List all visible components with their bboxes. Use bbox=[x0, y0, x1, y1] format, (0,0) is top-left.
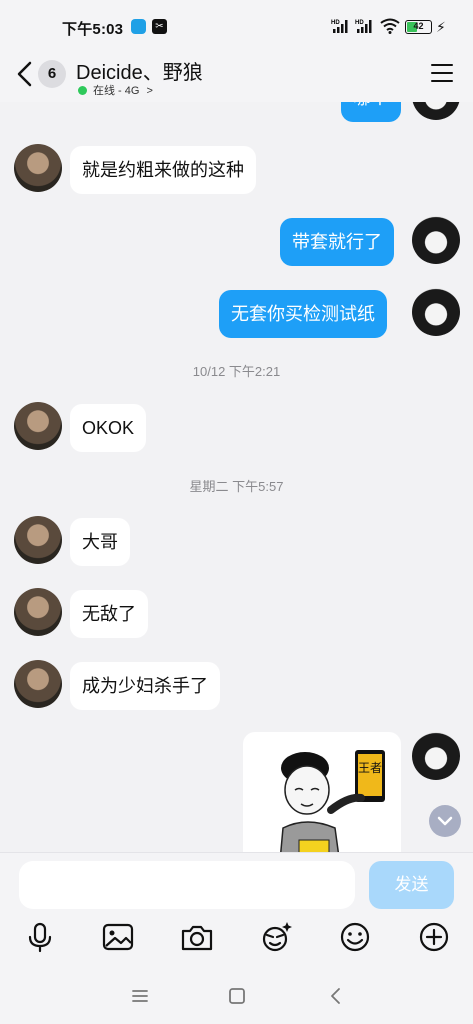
plus-circle-icon[interactable] bbox=[416, 919, 452, 955]
battery-icon: 42 bbox=[405, 20, 432, 34]
sticker-text: 王者 bbox=[358, 761, 382, 775]
svg-text:HD: HD bbox=[355, 20, 364, 26]
send-button[interactable]: 发送 bbox=[369, 861, 454, 909]
message-bubble-received[interactable]: 成为少妇杀手了 bbox=[70, 662, 220, 710]
message-bubble-received[interactable]: 就是约粗来做的这种 bbox=[70, 146, 256, 194]
microphone-icon[interactable] bbox=[22, 919, 58, 955]
contact-avatar[interactable] bbox=[14, 588, 62, 636]
status-bar: 下午5:03 ✂ HD HD 42 ⚡ bbox=[0, 0, 473, 54]
image-icon[interactable] bbox=[100, 919, 136, 955]
battery-level: 42 bbox=[413, 21, 424, 31]
home-icon[interactable] bbox=[225, 984, 249, 1008]
contact-avatar[interactable] bbox=[14, 516, 62, 564]
scroll-down-button[interactable] bbox=[429, 805, 461, 837]
chevron-right-icon: > bbox=[146, 85, 153, 97]
timestamp: 星期二 下午5:57 bbox=[189, 479, 284, 494]
message-bubble-received[interactable]: 无敌了 bbox=[70, 590, 148, 638]
chat-title: Deicide、野狼 bbox=[76, 62, 203, 84]
composer: 发送 bbox=[0, 852, 473, 968]
contact-avatar[interactable] bbox=[14, 144, 62, 192]
message-bubble-sent[interactable]: 带套就行了 bbox=[280, 218, 394, 266]
emoji-icon[interactable] bbox=[337, 919, 373, 955]
online-dot-icon bbox=[78, 86, 87, 95]
signal-icon-2: HD bbox=[355, 20, 372, 33]
menu-icon[interactable] bbox=[431, 64, 453, 82]
message-bubble-sent[interactable]: 无套你买检测试纸 bbox=[219, 290, 387, 338]
system-nav-bar bbox=[0, 968, 473, 1024]
sticker-message[interactable]: 王者 bbox=[243, 732, 401, 852]
contact-avatar[interactable] bbox=[14, 402, 62, 450]
camera-icon[interactable] bbox=[179, 919, 215, 955]
back-icon[interactable] bbox=[324, 984, 348, 1008]
my-avatar[interactable] bbox=[412, 216, 460, 264]
back-arrow-icon[interactable] bbox=[14, 60, 36, 88]
charging-icon: ⚡ bbox=[436, 19, 446, 35]
timestamp: 10/12 下午2:21 bbox=[192, 364, 281, 379]
contact-avatar[interactable] bbox=[14, 660, 62, 708]
my-avatar[interactable] bbox=[412, 288, 460, 336]
signal-icon: HD bbox=[331, 20, 348, 33]
message-input[interactable] bbox=[19, 861, 355, 909]
message-bubble-sent[interactable]: 哪个 bbox=[341, 102, 401, 122]
status-time: 下午5:03 bbox=[62, 21, 124, 38]
my-avatar[interactable] bbox=[412, 732, 460, 780]
chat-header: 6 Deicide、野狼 在线 - 4G > bbox=[0, 54, 473, 102]
message-bubble-received[interactable]: OKOK bbox=[70, 404, 147, 452]
message-list[interactable]: 哪个 就是约粗来做的这种 带套就行了 无套你买检测试纸 10/12 下午2:21… bbox=[0, 102, 473, 852]
app-notification-icon bbox=[131, 19, 146, 34]
chevron-down-icon bbox=[437, 816, 453, 826]
online-status-text: 在线 - 4G bbox=[93, 85, 140, 97]
my-avatar[interactable] bbox=[412, 102, 460, 120]
unread-count-badge[interactable]: 6 bbox=[38, 60, 66, 88]
message-bubble-received[interactable]: 大哥 bbox=[70, 518, 130, 566]
online-status[interactable]: 在线 - 4G > bbox=[78, 82, 153, 98]
recents-icon[interactable] bbox=[128, 984, 152, 1008]
wifi-icon bbox=[380, 18, 400, 34]
super-emoji-icon[interactable] bbox=[258, 919, 294, 955]
capcut-notification-icon: ✂ bbox=[152, 19, 167, 34]
svg-text:HD: HD bbox=[331, 20, 340, 26]
sticker-image: 王者 bbox=[280, 750, 385, 852]
